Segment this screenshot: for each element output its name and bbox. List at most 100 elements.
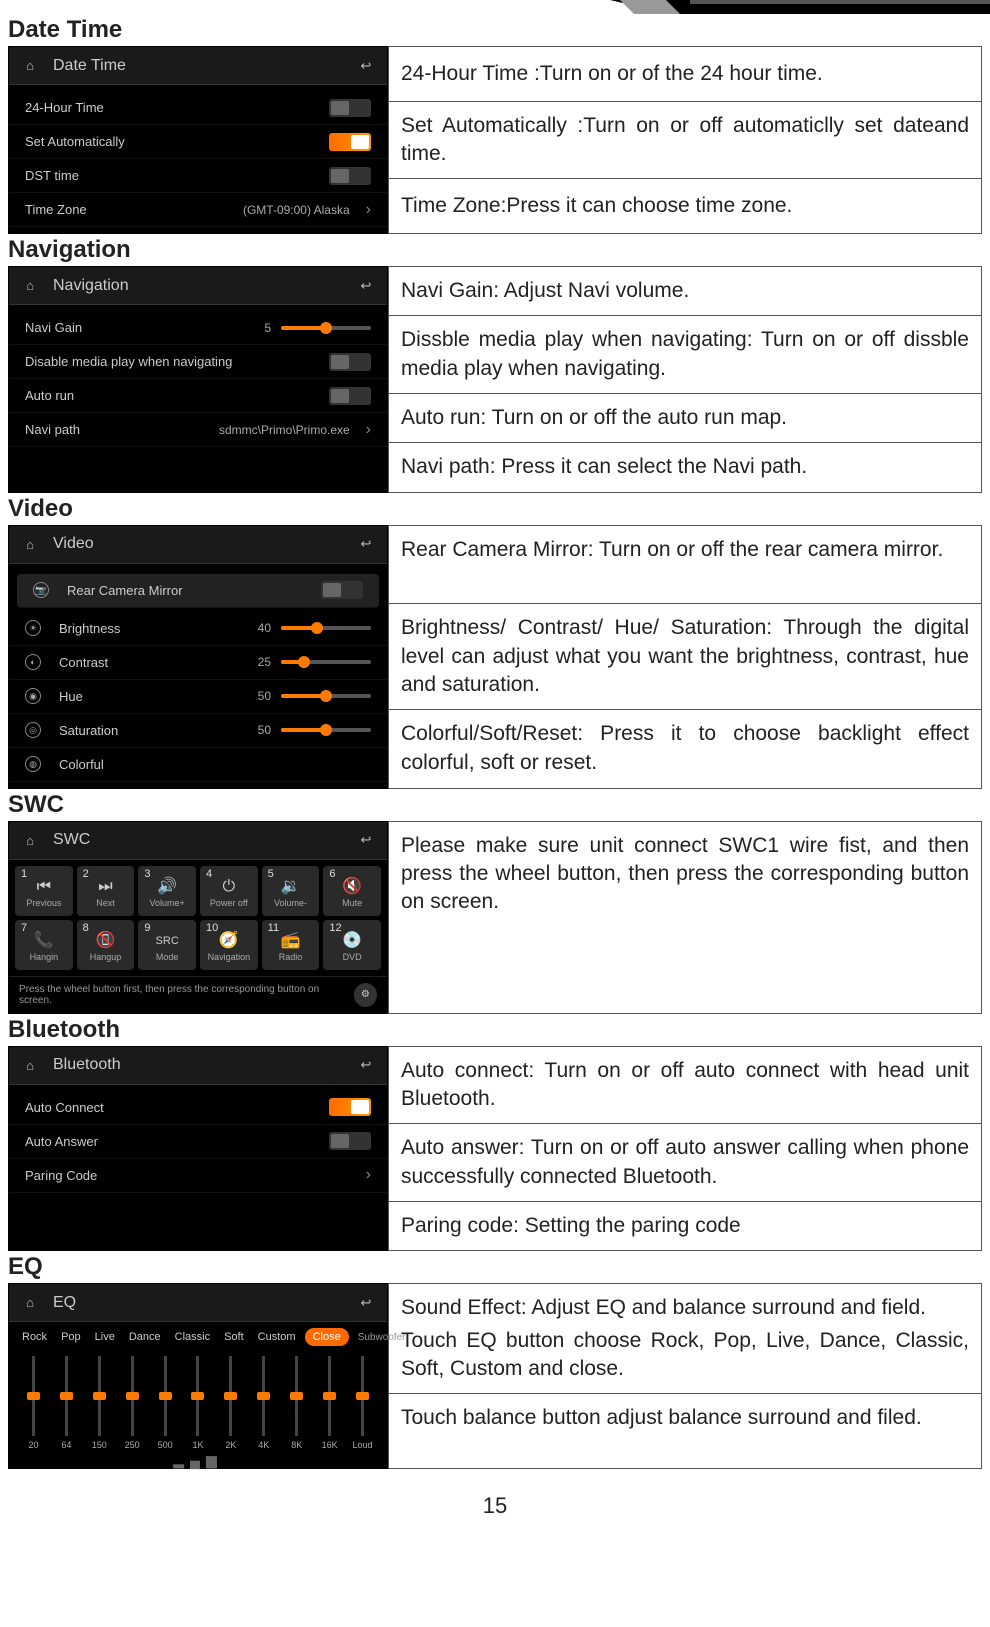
brightness-icon: ☀ <box>25 620 41 636</box>
row-colorful[interactable]: ◍ Colorful <box>9 748 387 782</box>
screenshot-navigation: ⌂ Navigation ↩ Navi Gain 5 Disable media… <box>8 266 388 493</box>
back-icon[interactable]: ↩ <box>355 55 377 77</box>
label-contrast: Contrast <box>59 655 248 670</box>
swc-btn-next[interactable]: 2⏭Next <box>77 866 135 916</box>
slider-contrast[interactable] <box>281 660 371 664</box>
desc-paring-code: Paring code: Setting the paring code <box>388 1202 982 1251</box>
row-brightness[interactable]: ☀ Brightness 40 <box>9 612 387 646</box>
screen-title: Date Time <box>53 57 343 75</box>
row-navi-gain[interactable]: Navi Gain 5 <box>9 311 387 345</box>
eq-bottom-icon[interactable]: ▂▄▆ <box>9 1452 387 1468</box>
swc-btn-mode[interactable]: 9SRCMode <box>138 920 196 970</box>
section-title-navigation: Navigation <box>8 236 982 264</box>
row-disable-media[interactable]: Disable media play when navigating <box>9 345 387 379</box>
slider-navi-gain[interactable] <box>281 326 371 330</box>
slider-brightness[interactable] <box>281 626 371 630</box>
eq-band-20[interactable]: 20 <box>20 1356 46 1450</box>
row-paring-code[interactable]: Paring Code › <box>9 1159 387 1193</box>
home-icon[interactable]: ⌂ <box>19 55 41 77</box>
chevron-right-icon: › <box>366 1166 371 1184</box>
contrast-icon: ◐ <box>25 654 41 670</box>
section-title-swc: SWC <box>8 791 982 819</box>
back-icon[interactable]: ↩ <box>355 1292 377 1314</box>
swc-btn-power-off[interactable]: 4⏻Power off <box>200 866 258 916</box>
row-set-auto[interactable]: Set Automatically <box>9 125 387 159</box>
swc-grid: 1⏮Previous 2⏭Next 3🔊Volume+ 4⏻Power off … <box>9 860 387 976</box>
back-icon[interactable]: ↩ <box>355 275 377 297</box>
eq-band-2k[interactable]: 2K <box>218 1356 244 1450</box>
home-icon[interactable]: ⌂ <box>19 1054 41 1076</box>
toggle-set-auto[interactable] <box>329 133 371 151</box>
slider-hue[interactable] <box>281 694 371 698</box>
eq-presets: Rock Pop Live Dance Classic Soft Custom … <box>9 1322 387 1352</box>
row-saturation[interactable]: ◎ Saturation 50 <box>9 714 387 748</box>
eq-band-500[interactable]: 500 <box>152 1356 178 1450</box>
desc-colorful: Colorful/Soft/Reset: Press it to choose … <box>388 710 982 788</box>
toggle-auto-answer[interactable] <box>329 1132 371 1150</box>
eq-preset-custom[interactable]: Custom <box>253 1329 301 1345</box>
swc-btn-mute[interactable]: 6🔇Mute <box>323 866 381 916</box>
back-icon[interactable]: ↩ <box>355 1054 377 1076</box>
swc-btn-hangin[interactable]: 7📞Hangin <box>15 920 73 970</box>
eq-band-16k[interactable]: 16K <box>317 1356 343 1450</box>
desc-eq-balance: Touch balance button adjust balance surr… <box>388 1394 982 1469</box>
row-auto-connect[interactable]: Auto Connect <box>9 1091 387 1125</box>
home-icon[interactable]: ⌂ <box>19 533 41 555</box>
screenshot-swc: ⌂ SWC ↩ 1⏮Previous 2⏭Next 3🔊Volume+ 4⏻Po… <box>8 821 388 1014</box>
row-hue[interactable]: ◉ Hue 50 <box>9 680 387 714</box>
swc-btn-hangup[interactable]: 8📵Hangup <box>77 920 135 970</box>
back-icon[interactable]: ↩ <box>355 533 377 555</box>
slider-saturation[interactable] <box>281 728 371 732</box>
toggle-auto-run[interactable] <box>329 387 371 405</box>
eq-preset-rock[interactable]: Rock <box>17 1329 52 1345</box>
screen-title: Bluetooth <box>53 1056 343 1074</box>
eq-band-150[interactable]: 150 <box>86 1356 112 1450</box>
row-dst[interactable]: DST time <box>9 159 387 193</box>
swc-btn-volume-down[interactable]: 5🔉Volume- <box>262 866 320 916</box>
desc-rear-camera: Rear Camera Mirror: Turn on or off the r… <box>388 525 982 604</box>
row-rear-camera[interactable]: 📷 Rear Camera Mirror <box>17 574 379 608</box>
label-auto-answer: Auto Answer <box>25 1134 319 1149</box>
eq-band-250[interactable]: 250 <box>119 1356 145 1450</box>
row-contrast[interactable]: ◐ Contrast 25 <box>9 646 387 680</box>
eq-band-8k[interactable]: 8K <box>284 1356 310 1450</box>
swc-btn-dvd[interactable]: 12💿DVD <box>323 920 381 970</box>
home-icon[interactable]: ⌂ <box>19 829 41 851</box>
toggle-disable-media[interactable] <box>329 353 371 371</box>
eq-preset-close[interactable]: Close <box>305 1328 349 1346</box>
swc-btn-previous[interactable]: 1⏮Previous <box>15 866 73 916</box>
desc-navi-path: Navi path: Press it can select the Navi … <box>388 443 982 492</box>
eq-band-loud[interactable]: Loud <box>350 1356 376 1450</box>
phone-icon: 📞 <box>34 932 54 950</box>
eq-preset-classic[interactable]: Classic <box>170 1329 215 1345</box>
swc-btn-volume-up[interactable]: 3🔊Volume+ <box>138 866 196 916</box>
home-icon[interactable]: ⌂ <box>19 275 41 297</box>
row-auto-answer[interactable]: Auto Answer <box>9 1125 387 1159</box>
gear-icon[interactable]: ⚙ <box>354 983 377 1007</box>
label-rear-camera: Rear Camera Mirror <box>67 583 311 598</box>
eq-band-4k[interactable]: 4K <box>251 1356 277 1450</box>
eq-preset-live[interactable]: Live <box>90 1329 120 1345</box>
eq-band-1k[interactable]: 1K <box>185 1356 211 1450</box>
row-navi-path[interactable]: Navi path sdmmc\Primo\Primo.exe › <box>9 413 387 447</box>
swc-btn-navigation[interactable]: 10🧭Navigation <box>200 920 258 970</box>
row-24hour[interactable]: 24-Hour Time <box>9 91 387 125</box>
eq-preset-dance[interactable]: Dance <box>124 1329 166 1345</box>
volume-up-icon: 🔊 <box>157 878 177 896</box>
eq-preset-pop[interactable]: Pop <box>56 1329 86 1345</box>
toggle-dst[interactable] <box>329 167 371 185</box>
toggle-24hour[interactable] <box>329 99 371 117</box>
toggle-auto-connect[interactable] <box>329 1098 371 1116</box>
toggle-rear-camera[interactable] <box>321 581 363 599</box>
label-dst: DST time <box>25 168 319 183</box>
eq-band-64[interactable]: 64 <box>53 1356 79 1450</box>
swc-btn-radio[interactable]: 11📻Radio <box>262 920 320 970</box>
row-timezone[interactable]: Time Zone (GMT-09:00) Alaska › <box>9 193 387 227</box>
desc-set-auto: Set Automatically :Turn on or off automa… <box>388 102 982 180</box>
swc-hint-text: Press the wheel button first, then press… <box>19 984 346 1006</box>
home-icon[interactable]: ⌂ <box>19 1292 41 1314</box>
eq-preset-soft[interactable]: Soft <box>219 1329 249 1345</box>
back-icon[interactable]: ↩ <box>355 829 377 851</box>
row-auto-run[interactable]: Auto run <box>9 379 387 413</box>
screenshot-eq: ⌂ EQ ↩ Rock Pop Live Dance Classic Soft … <box>8 1283 388 1469</box>
